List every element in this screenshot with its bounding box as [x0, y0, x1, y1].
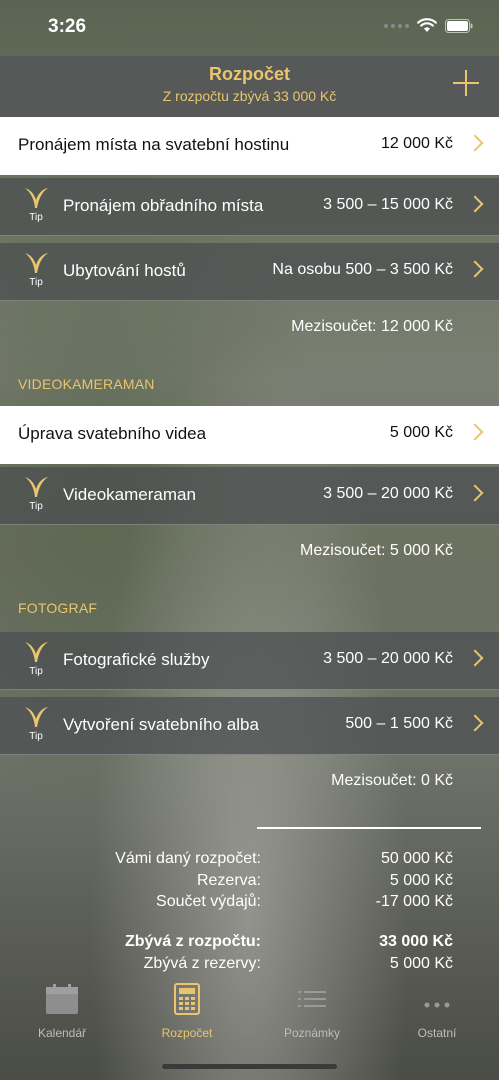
section-header-video: VIDEOKAMERAMAN	[18, 376, 155, 392]
list-icon	[298, 991, 326, 1007]
bird-icon	[25, 253, 48, 273]
budget-row-photo-services[interactable]: Tip Fotografické služby 3 500 – 20 000 K…	[0, 632, 499, 690]
more-icon	[424, 1002, 450, 1008]
photo-subtotal: Mezisoučet: 0 Kč	[331, 772, 453, 789]
tip-label: Tip	[29, 212, 43, 223]
tab-label: Rozpočet	[161, 1026, 213, 1040]
bird-icon	[25, 642, 48, 662]
tab-other[interactable]: Ostatní	[387, 983, 487, 1040]
budget-row-accommodation[interactable]: Tip Ubytování hostů Na osobu 500 – 3 500…	[0, 243, 499, 301]
budget-row-venue[interactable]: Pronájem místa na svatební hostinu 12 00…	[0, 117, 499, 175]
summary-remaining-reserve-value: 5 000 Kč	[389, 955, 453, 972]
chevron-right-icon	[466, 714, 484, 732]
summary-budget-label: Vámi daný rozpočet:	[115, 850, 261, 867]
tip-badge: Tip	[22, 475, 50, 521]
home-indicator	[162, 1064, 337, 1069]
row-label: Pronájem obřadního místa	[63, 196, 264, 215]
chevron-right-icon	[466, 423, 484, 441]
tab-label: Ostatní	[417, 1026, 457, 1040]
summary-reserve-label: Rezerva:	[196, 872, 261, 889]
summary-remaining-budget-label: Zbývá z rozpočtu:	[124, 933, 261, 950]
row-value: 12 000 Kč	[380, 135, 453, 152]
page-title: Rozpočet	[209, 64, 290, 84]
tip-label: Tip	[29, 731, 43, 742]
battery-icon	[445, 18, 473, 33]
budget-row-wedding-album[interactable]: Tip Vytvoření svatebního alba 500 – 1 50…	[0, 697, 499, 755]
bird-icon	[25, 477, 48, 497]
tab-label: Poznámky	[283, 1026, 341, 1040]
tip-badge: Tip	[22, 186, 50, 232]
row-label: Videokameraman	[63, 485, 196, 504]
row-label: Pronájem místa na svatební hostinu	[18, 135, 290, 154]
summary-budget-value: 50 000 Kč	[380, 850, 453, 867]
bird-icon	[25, 707, 48, 727]
summary-remaining-budget-value: 33 000 Kč	[379, 933, 453, 950]
summary-remaining-reserve-label: Zbývá z rezervy:	[143, 955, 261, 972]
tip-label: Tip	[29, 501, 43, 512]
summary-expenses-value: -17 000 Kč	[375, 893, 453, 910]
row-value: 3 500 – 20 000 Kč	[323, 650, 453, 667]
tip-label: Tip	[29, 666, 43, 677]
row-value: 3 500 – 15 000 Kč	[323, 196, 453, 213]
row-label: Fotografické služby	[63, 650, 210, 669]
tab-label: Kalendář	[37, 1026, 87, 1040]
wifi-icon	[417, 18, 437, 32]
calculator-icon	[174, 983, 200, 1015]
chevron-right-icon	[466, 484, 484, 502]
tip-badge: Tip	[22, 705, 50, 751]
navigation-bar: Rozpočet Z rozpočtu zbývá 33 000 Kč	[0, 56, 499, 118]
chevron-right-icon	[466, 649, 484, 667]
status-time: 3:26	[48, 16, 87, 37]
signal-icon	[384, 23, 409, 28]
tab-budget[interactable]: Rozpočet	[137, 983, 237, 1040]
row-value: 3 500 – 20 000 Kč	[323, 485, 453, 502]
row-value: Na osobu 500 – 3 500 Kč	[272, 261, 453, 278]
tip-label: Tip	[29, 277, 43, 288]
section-header-photo: FOTOGRAF	[18, 600, 98, 616]
tab-calendar[interactable]: Kalendář	[12, 983, 112, 1040]
budget-row-ceremony-place[interactable]: Tip Pronájem obřadního místa 3 500 – 15 …	[0, 178, 499, 236]
row-value: 500 – 1 500 Kč	[345, 715, 453, 732]
bird-icon	[25, 188, 48, 208]
row-label: Ubytování hostů	[63, 261, 186, 280]
video-subtotal: Mezisoučet: 5 000 Kč	[300, 542, 453, 559]
summary-divider	[257, 827, 481, 829]
chevron-right-icon	[466, 260, 484, 278]
row-value: 5 000 Kč	[389, 424, 453, 441]
row-label: Vytvoření svatebního alba	[63, 715, 259, 734]
summary-expenses-label: Součet výdajů:	[156, 893, 261, 910]
budget-row-video-edit[interactable]: Úprava svatebního videa 5 000 Kč	[0, 406, 499, 464]
tip-badge: Tip	[22, 251, 50, 297]
tab-notes[interactable]: Poznámky	[262, 983, 362, 1040]
chevron-right-icon	[466, 195, 484, 213]
row-label: Úprava svatebního videa	[18, 424, 207, 443]
page-subtitle: Z rozpočtu zbývá 33 000 Kč	[162, 88, 337, 104]
status-bar: 3:26	[0, 0, 499, 56]
calendar-icon	[46, 984, 78, 1014]
chevron-right-icon	[466, 134, 484, 152]
status-icons	[384, 18, 473, 33]
venue-subtotal: Mezisoučet: 12 000 Kč	[291, 318, 453, 335]
summary-reserve-value: 5 000 Kč	[389, 872, 453, 889]
tip-badge: Tip	[22, 640, 50, 686]
budget-row-videographer[interactable]: Tip Videokameraman 3 500 – 20 000 Kč	[0, 467, 499, 525]
add-icon[interactable]	[449, 66, 483, 100]
